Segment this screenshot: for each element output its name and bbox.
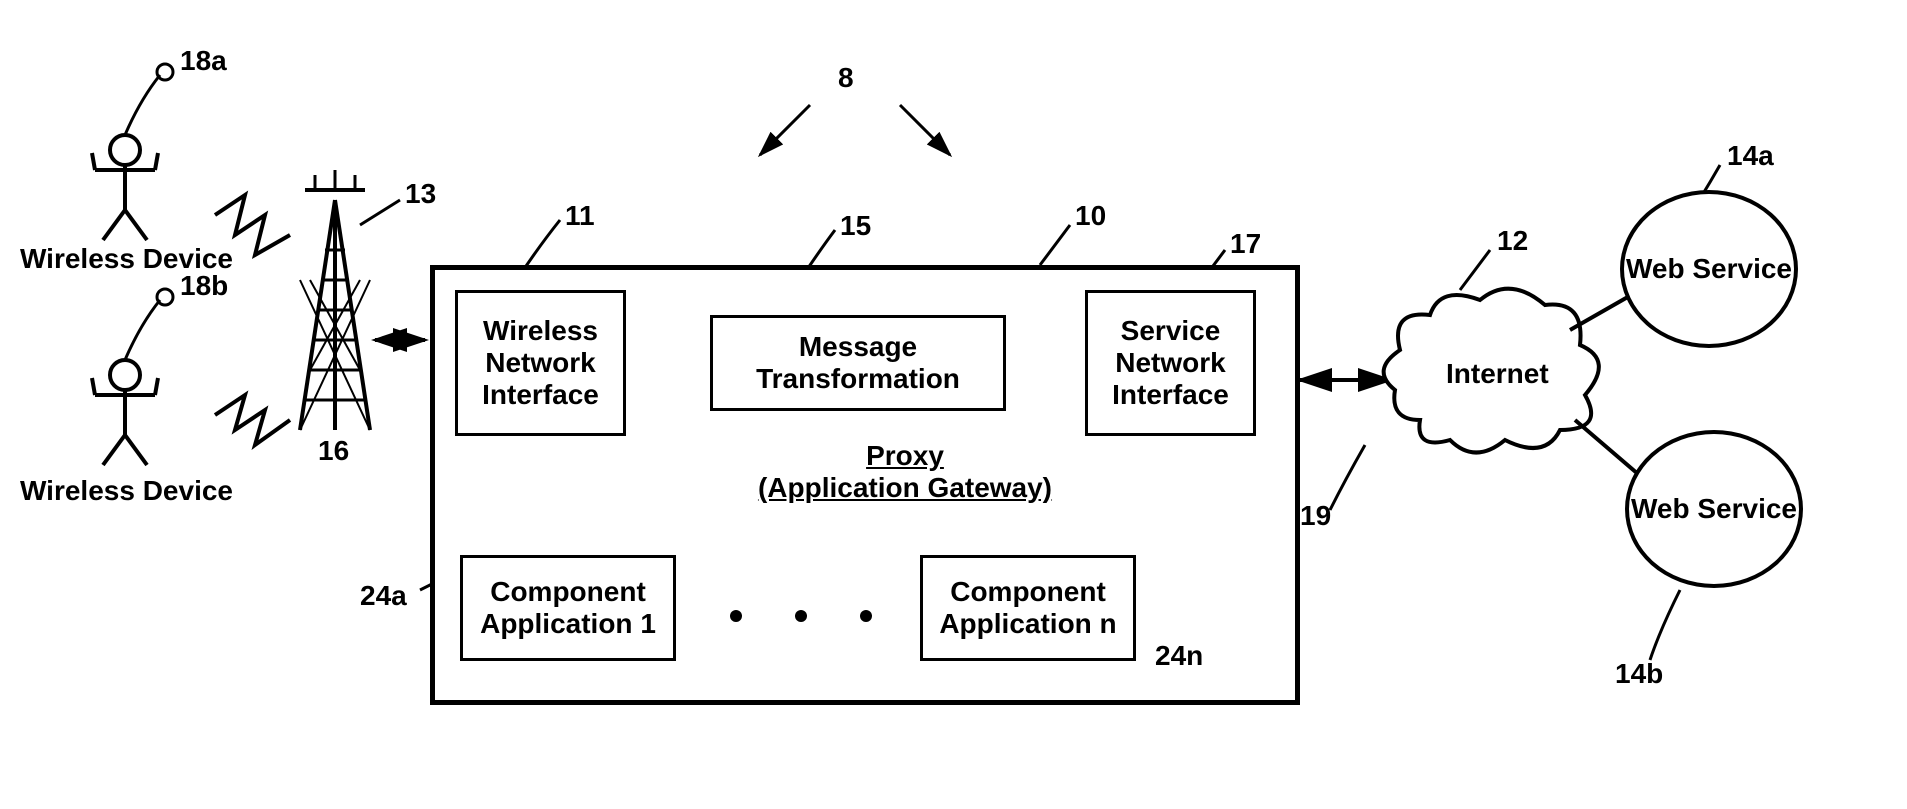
service-network-interface-label: Service Network Interface (1088, 315, 1253, 411)
ellipsis-dot (795, 610, 807, 622)
ref-14a: 14a (1727, 140, 1774, 172)
internet-label: Internet (1446, 358, 1549, 390)
ref-17: 17 (1230, 228, 1261, 260)
web-service-a-circle: Web Service (1620, 190, 1798, 348)
web-service-b-circle: Web Service (1625, 430, 1803, 588)
component-app-1-box: Component Application 1 (460, 555, 676, 661)
message-transformation-box: Message Transformation (710, 315, 1006, 411)
web-service-a-label: Web Service (1626, 253, 1792, 285)
message-transformation-label: Message Transformation (713, 331, 1003, 395)
ref-15: 15 (840, 210, 871, 242)
person-icon-a (92, 135, 158, 240)
ref-8: 8 (838, 62, 854, 94)
person-icon-b (92, 360, 158, 465)
ellipsis-dot (860, 610, 872, 622)
ref-24n: 24n (1155, 640, 1203, 672)
component-app-n-box: Component Application n (920, 555, 1136, 661)
ref-18a: 18a (180, 45, 227, 77)
ref-16: 16 (318, 435, 349, 467)
tower-icon (300, 170, 370, 430)
ref-10: 10 (1075, 200, 1106, 232)
proxy-title: Proxy (Application Gateway) (755, 440, 1055, 504)
ref-13: 13 (405, 178, 436, 210)
ellipsis-dot (730, 610, 742, 622)
proxy-title-line1: Proxy (866, 440, 944, 471)
ref-14b: 14b (1615, 658, 1663, 690)
component-app-1-label: Component Application 1 (463, 576, 673, 640)
ref-12: 12 (1497, 225, 1528, 257)
wireless-network-interface-box: Wireless Network Interface (455, 290, 626, 436)
ref-24a: 24a (360, 580, 407, 612)
wireless-device-b-label: Wireless Device (20, 475, 233, 507)
ref-18b: 18b (180, 270, 228, 302)
component-app-n-label: Component Application n (923, 576, 1133, 640)
proxy-title-line2: (Application Gateway) (758, 472, 1052, 503)
service-network-interface-box: Service Network Interface (1085, 290, 1256, 436)
wireless-network-interface-label: Wireless Network Interface (458, 315, 623, 411)
diagram-canvas: Wireless Network Interface Message Trans… (0, 0, 1907, 809)
web-service-b-label: Web Service (1631, 493, 1797, 525)
ref-19: 19 (1300, 500, 1331, 532)
ref-11: 11 (565, 200, 595, 232)
